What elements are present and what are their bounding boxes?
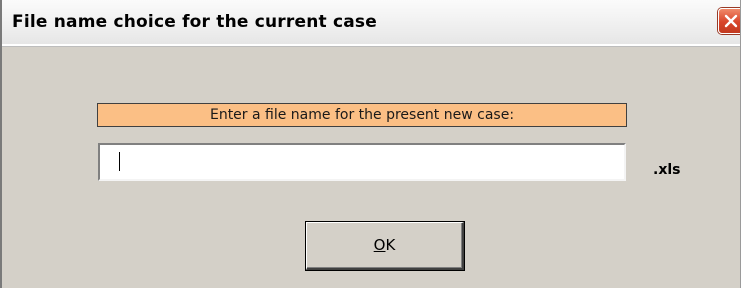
filename-input[interactable] <box>98 143 626 181</box>
window-title: File name choice for the current case <box>12 12 377 32</box>
text-caret <box>119 152 120 171</box>
close-icon <box>724 14 738 28</box>
dialog-window: File name choice for the current case En… <box>0 0 741 288</box>
title-bar[interactable]: File name choice for the current case <box>2 0 740 46</box>
ok-label-rest: K <box>385 236 396 254</box>
prompt-label: Enter a file name for the present new ca… <box>97 103 627 127</box>
extension-label: .xls <box>653 162 681 178</box>
ok-mnemonic: O <box>373 236 386 254</box>
ok-button[interactable]: OK <box>306 222 464 270</box>
close-button[interactable] <box>718 8 740 34</box>
